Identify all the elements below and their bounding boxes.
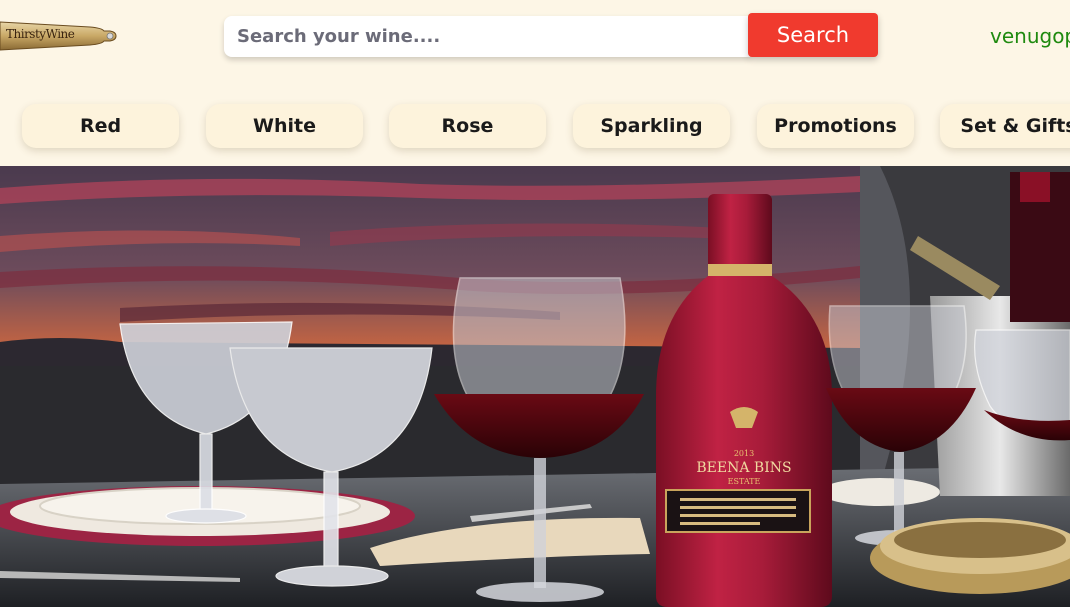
bottle-label-year: 2013 [734,449,754,458]
search-button[interactable]: Search [748,13,878,57]
hero-wine-table-image: 2013 BEENA BINS ESTATE [0,166,1070,607]
category-promotions[interactable]: Promotions [757,104,914,148]
logo-text: ThirstyWine [6,27,75,41]
category-set-gifts[interactable]: Set & Gifts [940,104,1070,148]
bottle-label-name: BEENA BINS [696,460,791,476]
site-header: ThirstyWine Search venugop Red White Ros… [0,0,1070,165]
search-input[interactable] [224,16,750,57]
user-name-link[interactable]: venugop [990,24,1070,48]
search-box [224,16,750,57]
category-sparkling[interactable]: Sparkling [573,104,730,148]
page: ThirstyWine Search venugop Red White Ros… [0,0,1070,607]
hero-banner: 2013 BEENA BINS ESTATE [0,166,1070,607]
category-red[interactable]: Red [22,104,179,148]
category-white[interactable]: White [206,104,363,148]
bottle-label-sub: ESTATE [728,477,761,486]
category-rose[interactable]: Rose [389,104,546,148]
site-logo[interactable]: ThirstyWine [0,19,118,52]
